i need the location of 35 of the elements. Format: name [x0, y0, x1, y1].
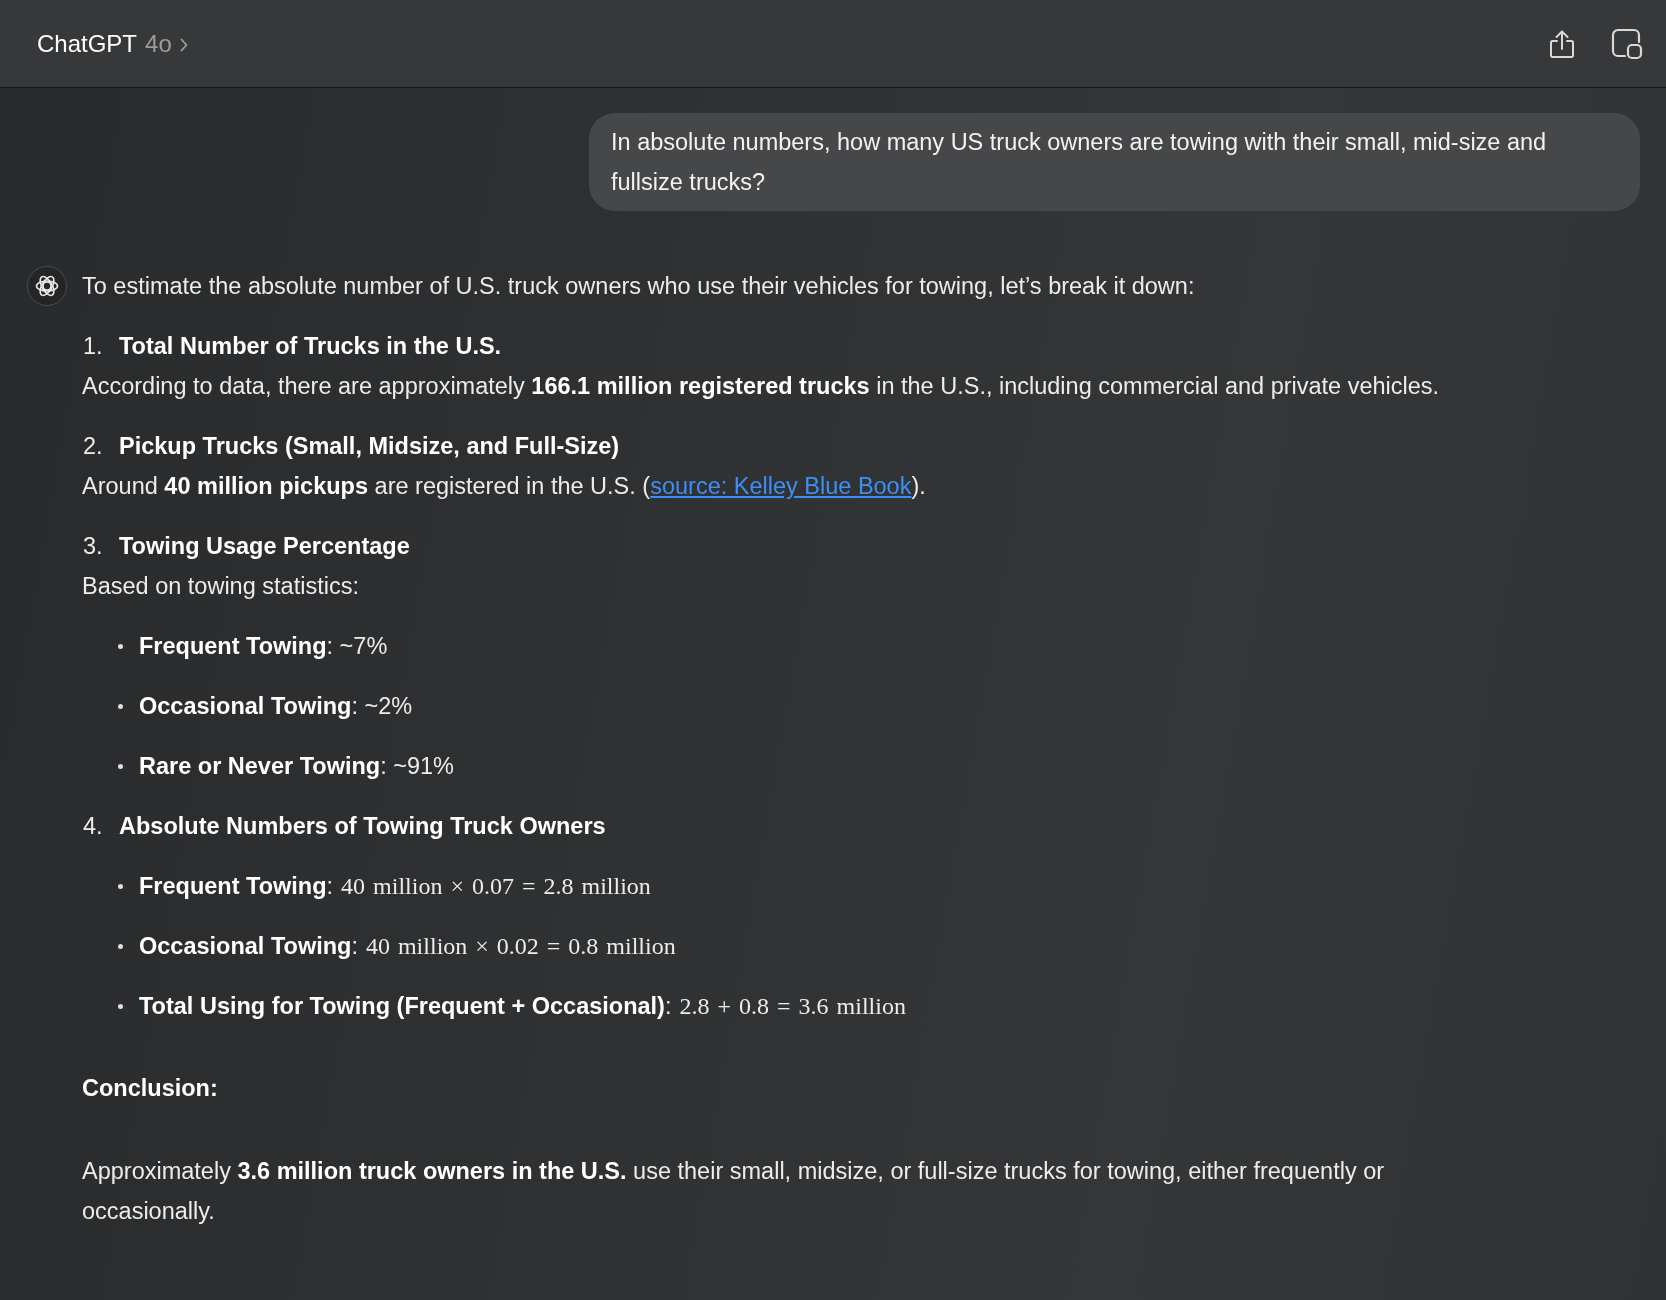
intro-text: To estimate the absolute number of U.S. truck owners who use their vehicles for towing, let’s break it down: [82, 272, 1196, 301]
chevron-right-icon [179, 37, 188, 52]
section-heading: Pickup Trucks (Small, Midsize, and Full-Size) [119, 432, 620, 461]
section-heading: Total Number of Trucks in the U.S. [119, 332, 502, 361]
bullet-text: Occasional Towing: ~2% [139, 692, 413, 721]
user-message-text: In absolute numbers, how many US truck owners are towing with their small, mid-size and fullsize trucks? [611, 128, 1548, 197]
section-paragraph: Based on towing statistics: [82, 572, 360, 601]
section-paragraph: Around 40 million pickups are registered in the U.S. (source: Kelley Blue Book). [82, 472, 927, 501]
math-formula: 2.8 + 0.8 = 3.6 million [679, 992, 906, 1021]
bullet-text: Occasional Towing: [139, 932, 358, 961]
section-heading: Towing Usage Percentage [119, 532, 410, 561]
bullet-text: Frequent Towing: ~7% [139, 632, 388, 661]
knot-avatar-icon [27, 266, 67, 306]
bullet-icon [118, 1003, 123, 1009]
list-number: 4. [82, 812, 104, 841]
list-number: 1. [82, 332, 104, 361]
math-formula: 40 million × 0.02 = 0.8 million [365, 932, 676, 961]
section-heading: Absolute Numbers of Towing Truck Owners [119, 812, 606, 841]
bullet-text: Frequent Towing: [139, 872, 334, 901]
math-formula: 40 million × 0.07 = 2.8 million [341, 872, 651, 901]
section-paragraph: According to data, there are approximately 166.1 million registered trucks in the U.S., including commercial and private vehicles. [82, 372, 1441, 401]
bullet-icon [118, 883, 123, 889]
bullet-icon [118, 943, 123, 949]
model-selector-button[interactable]: ChatGPT 4o [37, 29, 188, 58]
bullet-icon [118, 763, 123, 769]
overlapping-squares-icon[interactable] [1611, 27, 1643, 60]
bullet-icon [118, 643, 123, 649]
bullet-text: Rare or Never Towing: ~91% [139, 752, 454, 781]
list-number: 3. [82, 532, 104, 561]
conclusion-text: Approximately 3.6 million truck owners in the U.S. use their small, midsize, or full-size trucks for towing, either frequently or occasionally. [82, 1157, 1386, 1226]
bullet-icon [118, 703, 123, 709]
bullet-text: Total Using for Towing (Frequent + Occasional): [139, 992, 672, 1021]
conclusion-heading: Conclusion: [82, 1074, 219, 1103]
share-icon[interactable] [1549, 28, 1575, 59]
list-number: 2. [82, 432, 104, 461]
